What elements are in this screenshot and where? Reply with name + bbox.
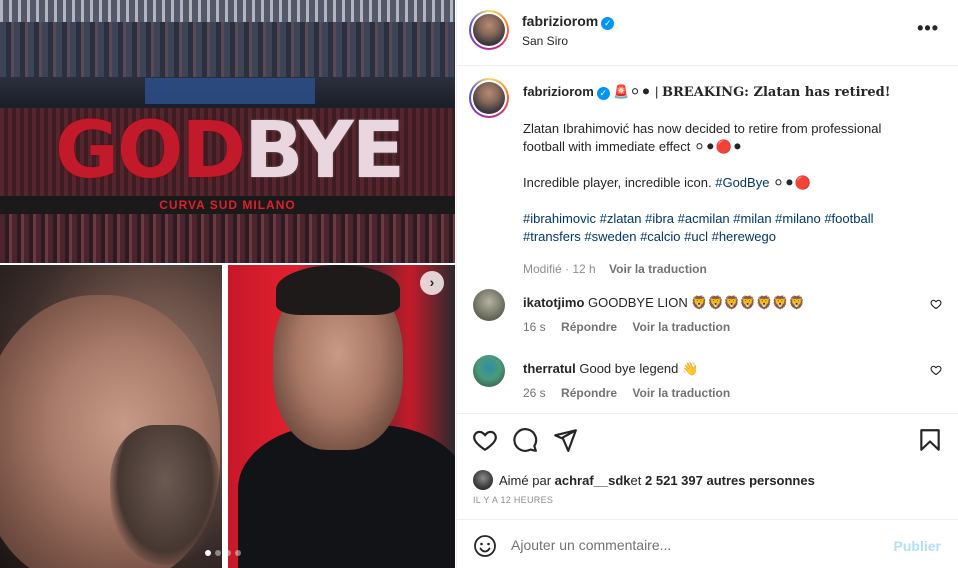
caption-body-1: Zlatan Ibrahimović has now decided to re… [523,121,882,154]
see-translation-link[interactable]: Voir la traduction [632,320,730,334]
caption-emoji: 🚨⚪⚫ [613,84,652,99]
avatar[interactable] [473,289,505,321]
comment-username[interactable]: therratul [523,361,576,376]
curva-sud-banner: CURVA SUD MILANO [0,196,455,214]
post-caption: fabriziorom ✓ 🚨⚪⚫ | BREAKING: Zlatan has … [523,83,923,278]
post-header: fabriziorom ✓ San Siro ••• [457,0,958,66]
caption-username[interactable]: fabriziorom [523,84,594,99]
like-comment-heart-icon[interactable] [930,298,942,310]
avatar [473,470,493,490]
caption-hashtags[interactable]: #ibrahimovic #zlatan #ibra #acmilan #mil… [523,210,923,246]
caption-headline: BREAKING: Zlatan has retired! [662,85,891,100]
add-comment-bar: Publier [457,519,958,568]
author-username[interactable]: fabriziorom ✓ [522,13,615,30]
comments-section: fabriziorom ✓ 🚨⚪⚫ | BREAKING: Zlatan has … [457,66,958,414]
comment-time: 26 s [523,386,546,400]
carousel-dot [235,550,241,556]
see-translation-link[interactable]: Voir la traduction [632,386,730,400]
carousel-dot [225,550,231,556]
reply-button[interactable]: Répondre [561,320,617,334]
carousel-dots [205,550,241,556]
reply-button[interactable]: Répondre [561,386,617,400]
post-actions-bar [457,415,958,467]
chevron-right-icon[interactable]: › [420,271,444,295]
likes-summary[interactable]: Aimé par achraf__sdk et 2 521 397 autres… [473,470,815,490]
zlatan-photo-right [228,265,455,568]
post-timestamp: IL Y A 12 HEURES [473,495,554,505]
comment-item: therratul Good bye legend 👋 26 s Répondr… [457,355,958,413]
heart-icon[interactable] [472,427,498,453]
publish-button[interactable]: Publier [894,538,941,554]
stadium-image: GODBYE CURVA SUD MILANO [0,0,455,263]
hashtag-link[interactable]: #GodBye [715,175,769,190]
avatar[interactable] [469,10,509,50]
caption-body-2: Incredible player, incredible icon. [523,175,716,190]
avatar[interactable] [469,78,509,118]
comment-input[interactable] [511,534,881,556]
post-side-panel: fabriziorom ✓ San Siro ••• fabriziorom ✓ 🚨… [456,0,958,568]
post-media-carousel[interactable]: GODBYE CURVA SUD MILANO › [0,0,455,568]
comment-text: Good bye legend 👋 [579,361,699,376]
comment-icon[interactable] [512,427,538,453]
carousel-dot [215,550,221,556]
avatar[interactable] [473,355,505,387]
share-icon[interactable] [552,427,578,453]
more-options-icon[interactable]: ••• [917,18,939,39]
edited-time: Modifié · 12 h [523,262,596,276]
verified-badge-icon: ✓ [601,17,615,30]
carousel-dot [205,550,211,556]
comment-item: ikatotjimo GOODBYE LION 🦁🦁🦁🦁🦁🦁🦁 16 s Rép… [457,289,958,349]
see-translation-link[interactable]: Voir la traduction [609,262,707,276]
comment-text: GOODBYE LION 🦁🦁🦁🦁🦁🦁🦁 [588,295,805,310]
post-location[interactable]: San Siro [522,34,568,48]
comment-username[interactable]: ikatotjimo [523,295,584,310]
like-comment-heart-icon[interactable] [930,364,942,376]
likes-count[interactable]: 2 521 397 autres personnes [645,473,815,488]
comment-time: 16 s [523,320,546,334]
bookmark-icon[interactable] [917,427,943,453]
emoji-icon[interactable] [473,534,497,558]
verified-badge-icon: ✓ [596,87,610,100]
goodbye-banner-text: GODBYE [54,106,405,196]
liker-username[interactable]: achraf__sdk [555,473,631,488]
zlatan-photo-left [0,265,222,568]
